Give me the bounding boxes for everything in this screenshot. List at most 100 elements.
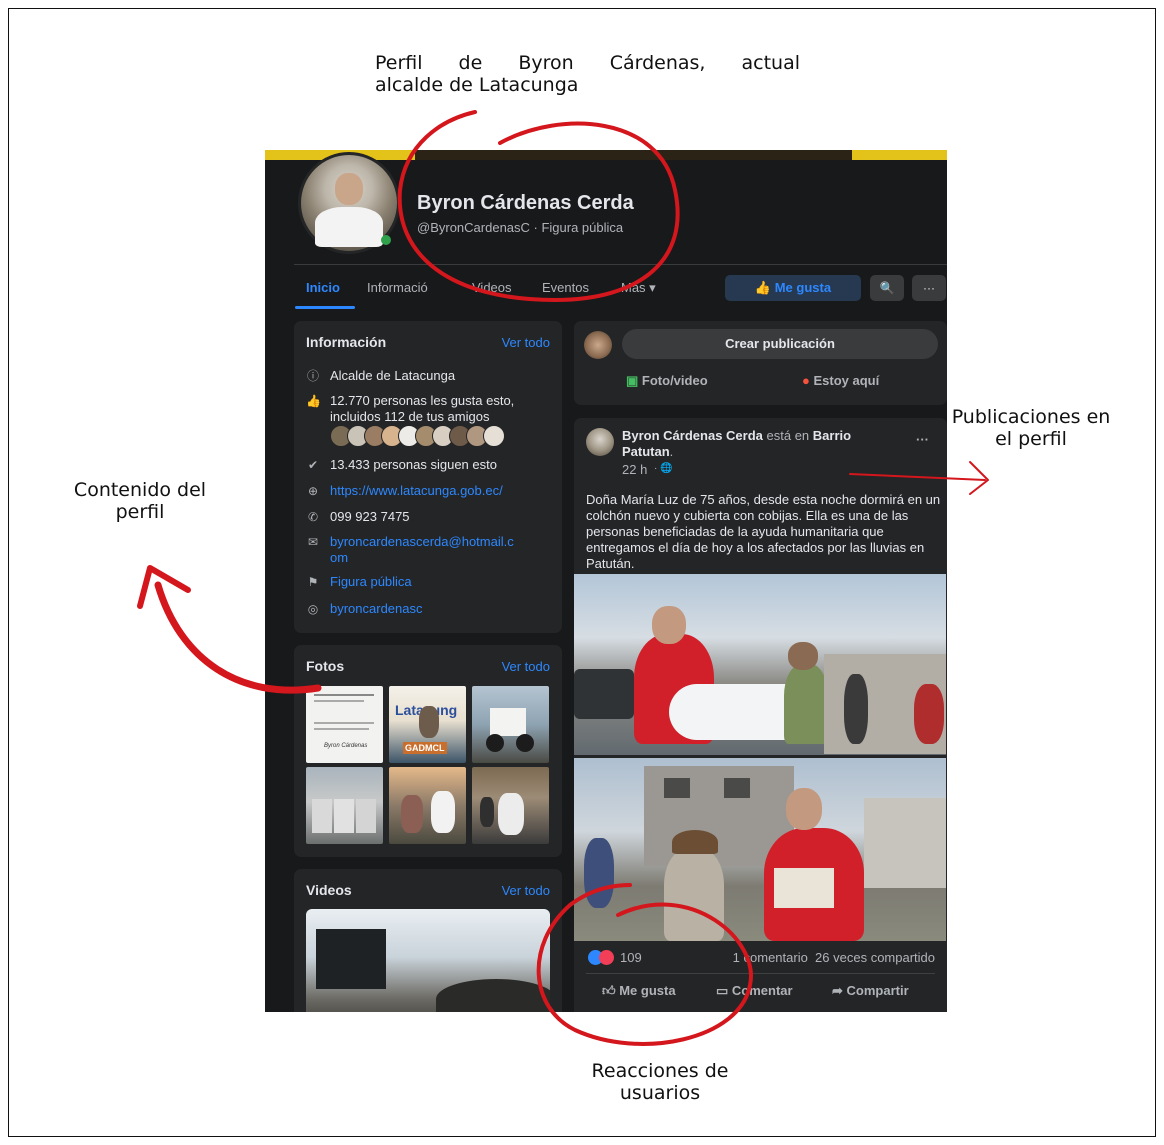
thumbs-up-outline-icon: 👍︎ <box>602 983 616 998</box>
tab-videos[interactable]: Videos <box>472 280 512 295</box>
post-is-at: está en <box>766 428 810 443</box>
email-icon: ✉ <box>307 535 319 549</box>
photo-video-label: Foto/video <box>641 373 708 388</box>
photos-card: Fotos Ver todo Byron Cárdenas Latacung G… <box>294 645 562 857</box>
photo-icon: ▣ <box>626 373 639 388</box>
photo-thumb-interview[interactable] <box>472 767 549 844</box>
search-icon[interactable]: 🔍 <box>870 275 904 301</box>
post-place-line2[interactable]: Patutan <box>622 444 670 459</box>
follow-icon: ✔ <box>307 458 319 472</box>
info-likes-line1: 12.770 personas les gusta esto, <box>330 393 515 408</box>
location-pin-icon: ● <box>802 373 810 388</box>
photos-title: Fotos <box>306 658 345 674</box>
annotation-profile-line2: alcalde de Latacunga <box>375 74 579 96</box>
instagram-icon: ◎ <box>307 602 319 616</box>
online-status-dot <box>381 235 391 245</box>
annotation-reactions-line2: usuarios <box>619 1082 701 1104</box>
post-author-avatar[interactable] <box>586 428 614 456</box>
post-author-name[interactable]: Byron Cárdenas Cerda <box>622 428 763 443</box>
create-post-button[interactable]: Crear publicación <box>622 329 938 359</box>
photo-thumb-delivery[interactable] <box>389 767 466 844</box>
actions-divider <box>586 973 935 974</box>
comment-label: Comentar <box>731 983 793 998</box>
share-button[interactable]: ➦ Compartir <box>832 983 909 999</box>
like-button[interactable]: 👍︎ Me gusta <box>602 983 676 999</box>
checkin-button[interactable]: ● Estoy aquí <box>802 373 879 388</box>
checkin-label: Estoy aquí <box>813 373 880 388</box>
globe-icon: ⊕ <box>307 484 319 498</box>
more-options-icon[interactable]: ··· <box>912 275 946 301</box>
globe-icon: · 🌐 <box>654 463 673 474</box>
website-link[interactable]: https://www.latacunga.gob.ec/ <box>330 483 503 499</box>
composer-card: Crear publicación ▣ Foto/video ● Estoy a… <box>574 321 947 405</box>
post-text: Doña María Luz de 75 años, desde esta no… <box>586 492 941 571</box>
share-icon: ➦ <box>832 983 843 998</box>
post-card: Byron Cárdenas Cerda está en Barrio Patu… <box>574 418 947 1012</box>
tab-inicio[interactable]: Inicio <box>306 280 340 295</box>
profile-subtitle: @ByronCardenasC · Figura pública <box>417 220 624 235</box>
annotation-posts-line1: Publicaciones en <box>951 406 1111 428</box>
profile-avatar[interactable] <box>298 152 400 254</box>
photo-thumb-document-text: Byron Cárdenas <box>324 743 368 749</box>
photo-thumb-event[interactable]: Latacung GADMCL <box>389 686 466 763</box>
thumbs-up-icon: 👍 <box>306 394 321 408</box>
tab-eventos[interactable]: Eventos <box>542 280 589 295</box>
photo-thumb-document[interactable]: Byron Cárdenas <box>306 686 383 763</box>
comment-icon: ▭ <box>716 983 729 998</box>
annotation-posts-line2: el perfil <box>995 428 1067 450</box>
reaction-icons[interactable] <box>588 950 618 966</box>
post-time[interactable]: 22 h <box>622 462 647 477</box>
videos-see-all-link[interactable]: Ver todo <box>502 883 550 898</box>
info-card: Información Ver todo ⓘ Alcalde de Latacu… <box>294 321 562 633</box>
info-likes-line2: incluidos 112 de tus amigos <box>330 409 490 424</box>
nav-divider <box>294 264 947 265</box>
like-label: Me gusta <box>619 983 676 998</box>
annotation-posts: Publicaciones en el perfil <box>936 406 1126 450</box>
photos-see-all-link[interactable]: Ver todo <box>502 659 550 674</box>
phone-icon: ✆ <box>307 510 319 524</box>
email-link-line1[interactable]: byroncardenascerda@hotmail.c <box>330 534 514 550</box>
facebook-page-screenshot: Byron Cárdenas Cerda @ByronCardenasC · F… <box>265 150 947 1012</box>
comment-button[interactable]: ▭ Comentar <box>716 983 793 999</box>
category-link[interactable]: Figura pública <box>330 574 412 590</box>
user-avatar[interactable] <box>584 331 612 359</box>
post-header: Byron Cárdenas Cerda está en Barrio Patu… <box>622 428 902 460</box>
tab-informacion[interactable]: Informació <box>367 280 428 295</box>
info-role: Alcalde de Latacunga <box>330 368 456 383</box>
photo-video-button[interactable]: ▣ Foto/video <box>626 373 708 389</box>
post-place-period: . <box>669 444 674 459</box>
videos-card: Videos Ver todo <box>294 869 562 1012</box>
annotation-content-line2: perfil <box>115 501 165 523</box>
post-photo-2[interactable] <box>574 758 946 941</box>
photo-thumb-bins[interactable] <box>306 767 383 844</box>
post-place-line1[interactable]: Barrio <box>813 428 851 443</box>
annotation-reactions: Reacciones de usuarios <box>570 1060 750 1104</box>
info-followers: 13.433 personas siguen esto <box>330 457 497 472</box>
annotation-content-line1: Contenido del <box>73 479 207 501</box>
share-label: Compartir <box>846 983 909 998</box>
info-icon: ⓘ <box>306 369 319 383</box>
info-title: Información <box>306 334 387 350</box>
photo-thumb-tractor[interactable] <box>472 686 549 763</box>
page-like-button[interactable]: 👍 Me gusta <box>725 275 861 301</box>
profile-name: Byron Cárdenas Cerda <box>417 192 634 214</box>
tab-mas[interactable]: Más ▾ <box>621 280 656 296</box>
flag-icon: ⚑ <box>307 575 319 589</box>
post-photo-1[interactable] <box>574 574 946 755</box>
photo-thumb-event-sign: GADMCL <box>403 742 447 754</box>
reaction-count[interactable]: 109 <box>620 950 642 965</box>
videos-title: Videos <box>306 882 352 898</box>
post-more-icon[interactable]: ··· <box>916 432 929 447</box>
friend-avatars[interactable] <box>330 425 510 447</box>
email-link-line2[interactable]: om <box>330 550 348 566</box>
comments-shares-count[interactable]: 1 comentario 26 veces compartido <box>733 950 935 965</box>
info-see-all-link[interactable]: Ver todo <box>502 335 550 350</box>
video-thumbnail[interactable] <box>306 909 550 1012</box>
annotation-profile: Perfil de Byron Cárdenas, actual alcalde… <box>375 52 800 96</box>
instagram-link[interactable]: byroncardenasc <box>330 601 423 617</box>
annotation-content: Contenido del perfil <box>60 479 220 523</box>
love-reaction-icon <box>599 950 614 965</box>
annotation-reactions-line1: Reacciones de <box>591 1060 729 1082</box>
annotation-profile-line1: Perfil de Byron Cárdenas, actual <box>375 52 800 74</box>
info-phone: 099 923 7475 <box>330 509 410 524</box>
